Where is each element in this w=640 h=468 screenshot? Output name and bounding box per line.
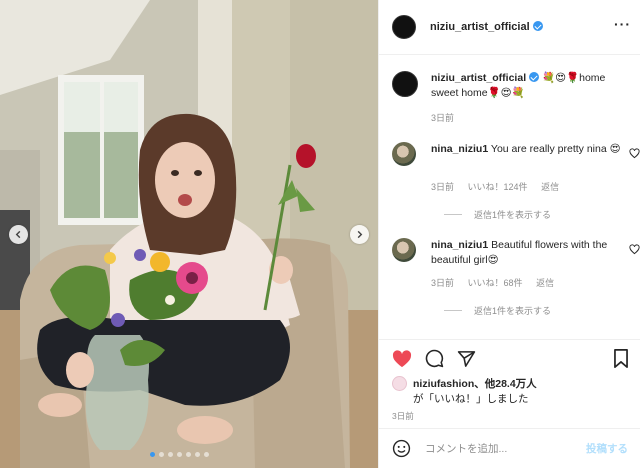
comment-text: nina_niziu1 You are really pretty nina 😍 [431, 142, 626, 157]
post-actions: niziufashion 、他28.4万人 が「いいね！」しました 3日前 [379, 339, 640, 427]
verified-badge-icon [529, 72, 540, 82]
likes-summary: niziufashion 、他28.4万人 [392, 376, 537, 391]
comment-body: You are really pretty nina 😍 [488, 143, 621, 155]
comment-time[interactable]: 3日前 [431, 278, 454, 288]
share-paper-plane-icon[interactable] [457, 350, 476, 368]
comment-input[interactable]: コメントを追加... [425, 441, 586, 456]
action-icons [392, 349, 476, 368]
carousel-dots [150, 452, 209, 457]
reply-button[interactable]: 返信 [536, 278, 554, 288]
photo-scene [0, 0, 378, 468]
view-replies-button[interactable]: 返信1件を表示する [444, 304, 551, 317]
likes-caption: が「いいね！」しました [413, 393, 529, 405]
carousel-dot [150, 452, 155, 457]
comment-like-count[interactable]: いいね！68件 [468, 278, 523, 288]
comment-like-icon[interactable] [629, 244, 640, 255]
replies-divider [444, 310, 462, 311]
account-username[interactable]: niziu_artist_official [430, 21, 543, 33]
post-comment-button[interactable]: 投稿する [586, 441, 628, 456]
commenter-username[interactable]: nina_niziu1 [431, 143, 488, 155]
comment-bubble-icon[interactable] [425, 349, 444, 368]
comment-like-count[interactable]: いいね！124件 [468, 182, 528, 192]
comment-time[interactable]: 3日前 [431, 182, 454, 192]
carousel-dot [177, 452, 182, 457]
post-date[interactable]: 3日前 [392, 410, 414, 422]
like-heart-icon[interactable] [392, 349, 412, 368]
replies-divider [444, 214, 462, 215]
carousel-dot [195, 452, 200, 457]
verified-badge-icon [532, 21, 543, 31]
comment-meta: 3日前 いいね！124件 返信 [431, 180, 570, 193]
caption-text: niziu_artist_official 💐😍🌹home sweet home… [431, 71, 626, 101]
comment-text: nina_niziu1 Beautiful flowers with the b… [431, 238, 626, 268]
view-replies-label: 返信1件を表示する [474, 306, 552, 316]
carousel-dot [204, 452, 209, 457]
account-avatar[interactable] [392, 15, 416, 39]
carousel-dot [159, 452, 164, 457]
liker-avatar[interactable] [392, 376, 407, 391]
commenter-avatar[interactable] [392, 238, 416, 262]
comments-list: niziu_artist_official 💐😍🌹home sweet home… [379, 56, 640, 339]
commenter-username[interactable]: nina_niziu1 [431, 239, 488, 251]
view-replies-label: 返信1件を表示する [474, 210, 552, 220]
emoji-smiley-icon[interactable] [392, 439, 411, 458]
comment-like-icon[interactable] [629, 148, 640, 159]
caption-avatar[interactable] [392, 71, 418, 97]
caption-time[interactable]: 3日前 [431, 113, 454, 123]
post-header: niziu_artist_official ··· [379, 0, 640, 55]
caption-meta: 3日前 [431, 111, 465, 124]
chevron-right-icon [357, 230, 363, 239]
next-photo-button[interactable] [350, 225, 369, 244]
chevron-left-icon [15, 230, 21, 239]
post-side-panel: niziu_artist_official ··· niziu_artist_o… [378, 0, 640, 468]
caption-username[interactable]: niziu_artist_official [431, 72, 526, 84]
add-comment-bar: コメントを追加... 投稿する [379, 428, 640, 468]
likes-count[interactable]: 、他28.4万人 [474, 376, 536, 391]
previous-photo-button[interactable] [9, 225, 28, 244]
comment-meta: 3日前 いいね！68件 返信 [431, 276, 565, 289]
reply-button[interactable]: 返信 [541, 182, 559, 192]
view-replies-button[interactable]: 返信1件を表示する [444, 208, 551, 221]
commenter-avatar[interactable] [392, 142, 416, 166]
save-bookmark-icon[interactable] [613, 349, 629, 368]
liker-username[interactable]: niziufashion [413, 378, 474, 390]
more-options-icon[interactable]: ··· [614, 16, 631, 32]
post-photo[interactable] [0, 0, 378, 468]
carousel-dot [168, 452, 173, 457]
carousel-dot [186, 452, 191, 457]
